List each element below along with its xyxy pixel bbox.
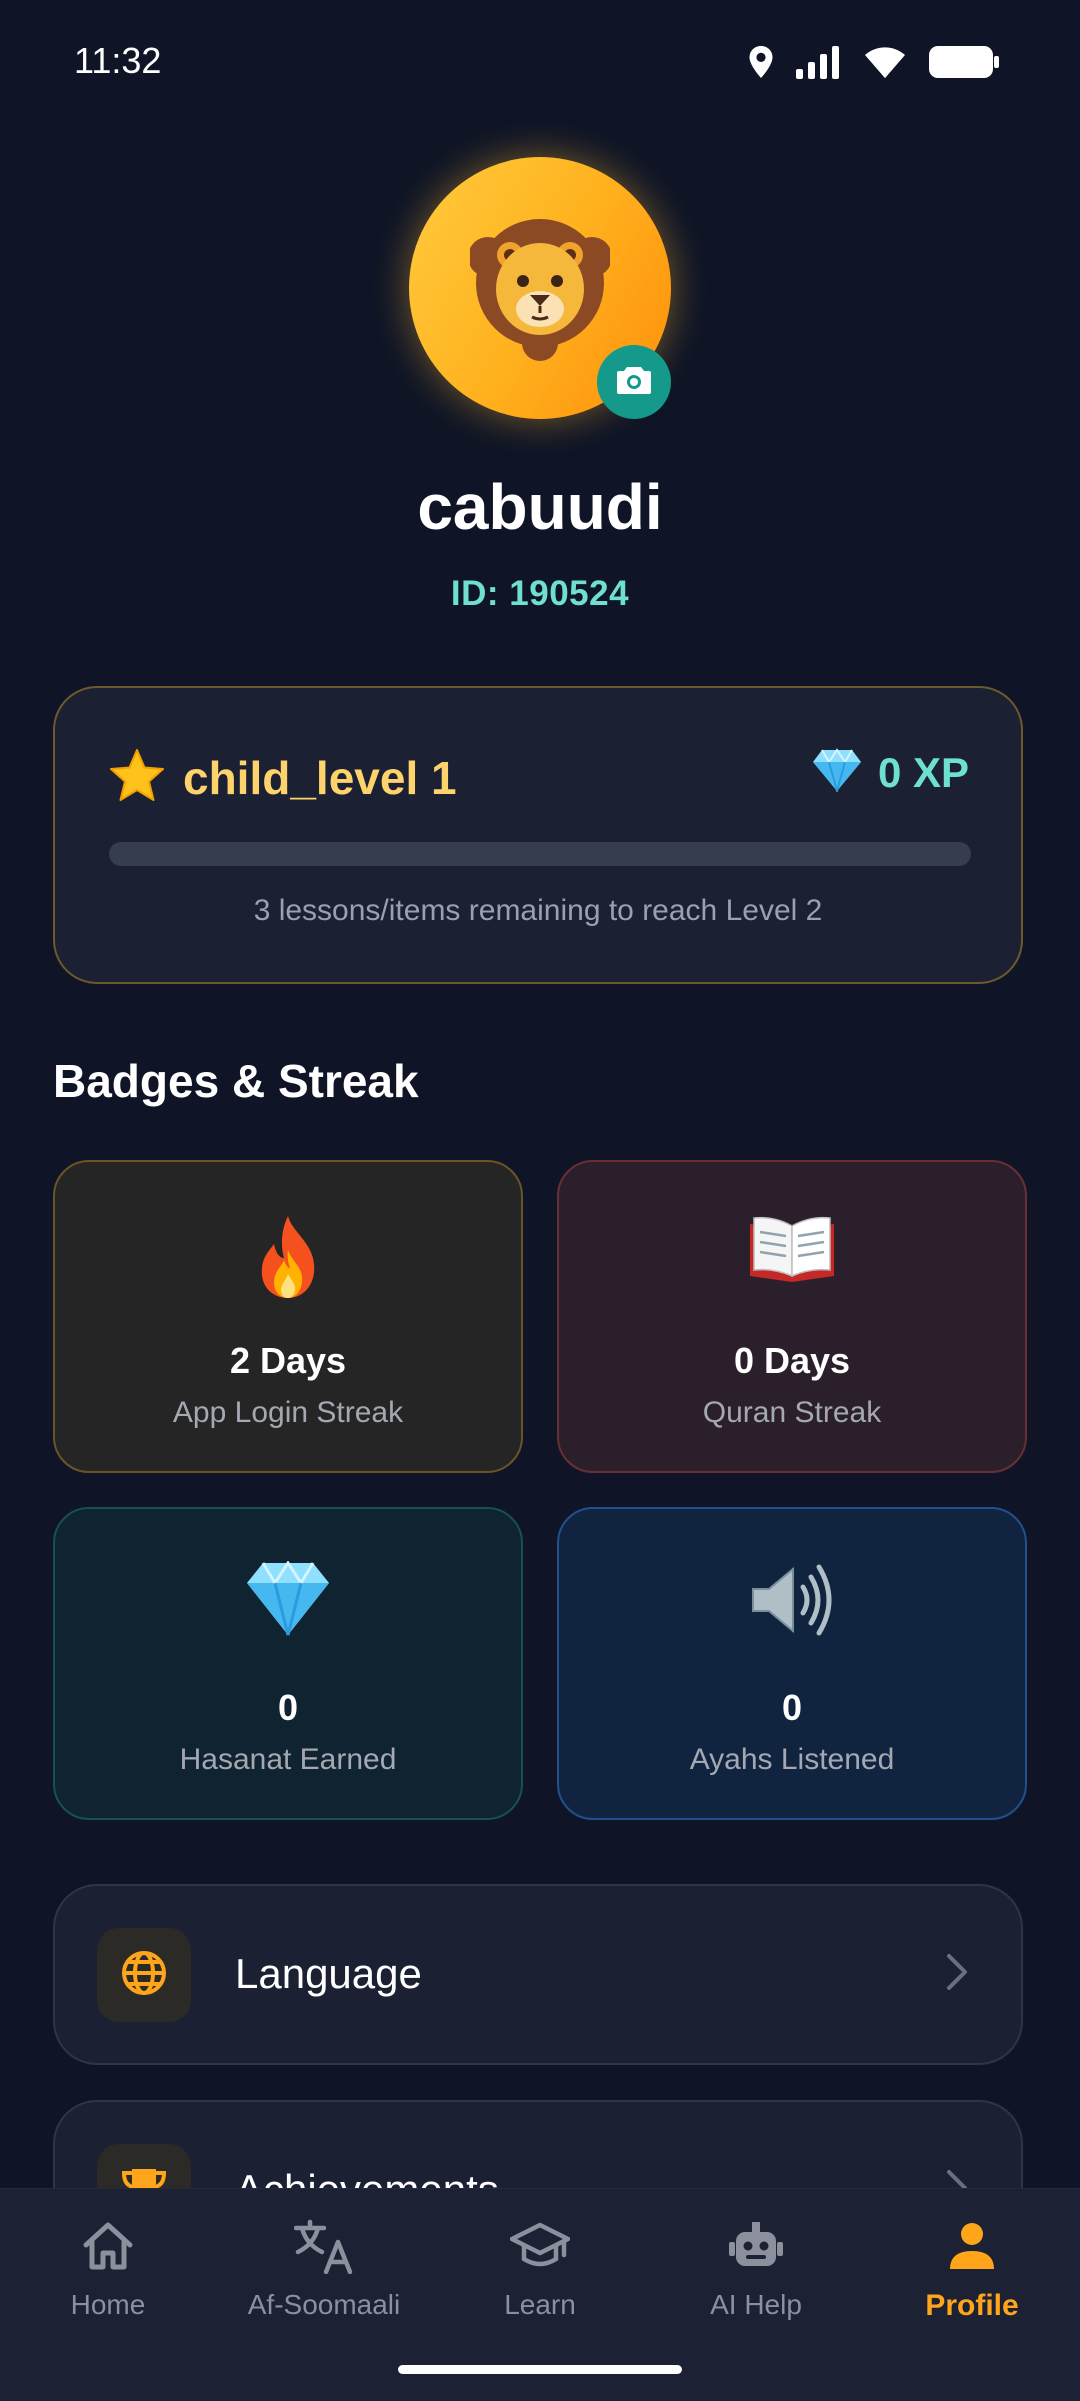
ayahs-listened-value: 0 bbox=[781, 1687, 803, 1728]
home-icon bbox=[82, 2221, 134, 2276]
nav-ai-help[interactable]: AI Help bbox=[648, 2213, 864, 2333]
quran-streak-value: 0 Days bbox=[733, 1340, 851, 1381]
hasanat-value: 0 bbox=[277, 1687, 299, 1728]
gem-icon bbox=[812, 748, 862, 797]
nav-profile[interactable]: Profile bbox=[864, 2213, 1080, 2333]
quran-streak-card[interactable]: 0 Days Quran Streak bbox=[557, 1160, 1027, 1473]
person-icon bbox=[946, 2221, 998, 2276]
badges-section-title: Badges & Streak bbox=[53, 1055, 419, 1107]
status-time: 11:32 bbox=[74, 40, 162, 81]
battery-icon bbox=[928, 45, 1000, 84]
nav-label: Profile bbox=[925, 2289, 1019, 2322]
menu-icon-box bbox=[97, 1928, 191, 2022]
home-indicator[interactable] bbox=[398, 2365, 682, 2374]
username: cabuudi bbox=[417, 471, 663, 543]
menu-label: Language bbox=[235, 1950, 422, 1997]
translate-icon bbox=[293, 2218, 354, 2279]
xp-label: 0 XP bbox=[877, 748, 969, 796]
location-icon bbox=[748, 45, 774, 84]
nav-label: Learn bbox=[504, 2289, 576, 2320]
status-icons bbox=[748, 44, 1000, 84]
nav-home[interactable]: Home bbox=[0, 2213, 216, 2333]
hasanat-label: Hasanat Earned bbox=[179, 1743, 397, 1776]
book-icon bbox=[748, 1214, 836, 1289]
level-label: child_level 1 bbox=[183, 751, 457, 804]
fire-icon bbox=[252, 1214, 324, 1305]
camera-icon bbox=[616, 365, 652, 400]
lion-icon bbox=[468, 211, 612, 366]
ayahs-listened-card[interactable]: 0 Ayahs Listened bbox=[557, 1507, 1027, 1820]
nav-label: AI Help bbox=[710, 2289, 802, 2320]
level-card: child_level 1 0 XP 3 lessons/items remai… bbox=[53, 686, 1023, 984]
graduation-cap-icon bbox=[509, 2221, 571, 2276]
nav-label: Home bbox=[70, 2289, 146, 2320]
star-icon bbox=[109, 748, 165, 807]
level-progress-bar bbox=[109, 842, 971, 866]
hasanat-card[interactable]: 0 Hasanat Earned bbox=[53, 1507, 523, 1820]
xp-display: 0 XP bbox=[812, 748, 969, 797]
wifi-icon bbox=[864, 45, 906, 84]
chevron-right-icon bbox=[945, 1952, 969, 1997]
nav-af-soomaali[interactable]: Af-Soomaali bbox=[216, 2213, 432, 2333]
signal-icon bbox=[796, 45, 842, 84]
status-bar: 11:32 bbox=[0, 0, 1080, 130]
nav-learn[interactable]: Learn bbox=[432, 2213, 648, 2333]
ayahs-listened-label: Ayahs Listened bbox=[689, 1743, 895, 1776]
login-streak-value: 2 Days bbox=[229, 1340, 347, 1381]
globe-icon bbox=[120, 1949, 168, 2002]
quran-streak-label: Quran Streak bbox=[702, 1396, 882, 1429]
change-avatar-button[interactable] bbox=[597, 345, 671, 419]
robot-icon bbox=[728, 2220, 784, 2277]
login-streak-card[interactable]: 2 Days App Login Streak bbox=[53, 1160, 523, 1473]
level-progress-note: 3 lessons/items remaining to reach Level… bbox=[253, 894, 823, 927]
user-id: ID: 190524 bbox=[450, 574, 630, 613]
login-streak-label: App Login Streak bbox=[172, 1396, 404, 1429]
level-info: child_level 1 bbox=[109, 748, 457, 807]
gem-icon bbox=[245, 1560, 331, 1642]
speaker-icon bbox=[749, 1561, 835, 1644]
nav-label: Af-Soomaali bbox=[247, 2289, 401, 2320]
avatar-container bbox=[409, 157, 671, 419]
menu-item-language[interactable]: Language bbox=[53, 1884, 1023, 2065]
